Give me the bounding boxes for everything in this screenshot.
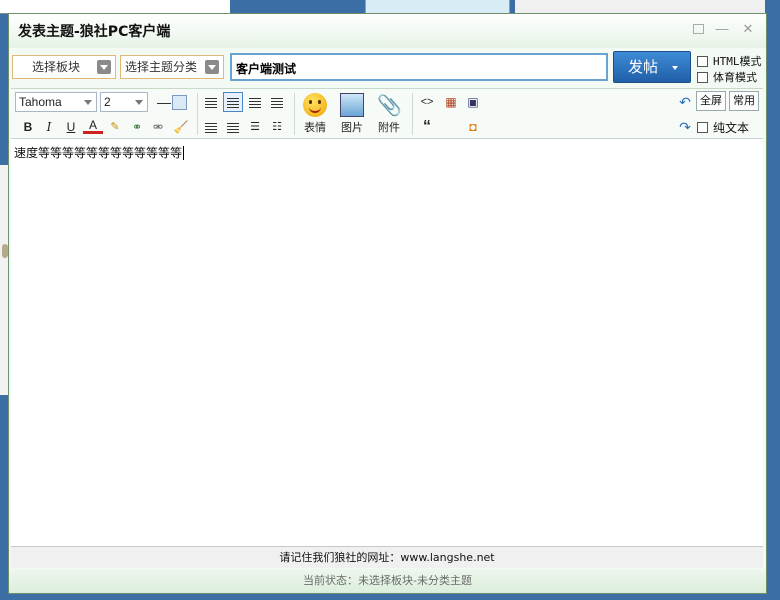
board-select[interactable]: 选择板块 (12, 55, 116, 79)
category-select[interactable]: 选择主题分类 (120, 55, 224, 79)
board-select-label: 选择板块 (32, 60, 81, 74)
html-mode-checkbox[interactable]: HTML模式 (697, 53, 762, 69)
plain-text-label: 纯文本 (713, 121, 750, 135)
justify-icon[interactable] (223, 117, 243, 137)
align-left-icon[interactable] (223, 92, 243, 112)
status-bar: 当前状态：未选择板块-未分类主题 (9, 569, 766, 593)
minimize-icon[interactable]: — (714, 22, 730, 36)
unlink-icon[interactable]: ⚮ (148, 117, 168, 137)
checkbox-icon (697, 55, 708, 67)
chevron-down-icon (205, 60, 219, 74)
window-title: 发表主题-狼社PC客户端 (18, 24, 171, 40)
highlight-icon[interactable]: ✎ (105, 117, 125, 137)
post-button-label: 发帖 (628, 58, 659, 76)
font-family-value: Tahoma (19, 95, 62, 109)
emoticon-button[interactable]: 表情 (297, 93, 333, 135)
restore-icon[interactable] (693, 24, 704, 34)
ordered-list-icon[interactable]: ☰ (245, 117, 265, 137)
chevron-down-icon (97, 60, 111, 74)
topic-title-input[interactable]: 客户端测试 (230, 53, 608, 81)
caret-down-icon (672, 66, 678, 70)
font-size-select[interactable]: 2 (100, 92, 148, 112)
flash-icon[interactable]: ▣ (463, 92, 483, 112)
chevron-down-icon (135, 100, 143, 105)
undo-icon[interactable]: ↶ (675, 92, 695, 112)
table-icon[interactable] (172, 95, 187, 110)
bold-icon[interactable]: B (18, 117, 38, 137)
topic-row: 选择板块 选择主题分类 客户端测试 发帖 HTML模式 体育模式 (11, 50, 763, 86)
image-icon (340, 93, 364, 117)
align-center-icon[interactable] (245, 92, 265, 112)
italic-icon[interactable]: I (39, 117, 59, 137)
media-icon[interactable]: ▦ (441, 92, 461, 112)
image-button[interactable]: 图片 (334, 93, 370, 135)
font-family-select[interactable]: Tahoma (15, 92, 97, 112)
window-controls: — ✕ (693, 22, 756, 36)
outdent-icon[interactable] (201, 117, 221, 137)
unordered-list-icon[interactable]: ☷ (267, 117, 287, 137)
checkbox-icon (697, 71, 708, 83)
sports-mode-label: 体育模式 (713, 71, 757, 84)
emoticon-label: 表情 (304, 121, 326, 134)
close-icon[interactable]: ✕ (740, 22, 756, 36)
category-select-label: 选择主题分类 (125, 60, 198, 74)
editor-toolbar: Tahoma 2 B I U A ✎ ⚭ ⚮ 🧹 — ☰ ☷ 表情 图片 📎 附… (11, 88, 763, 138)
hide-content-icon[interactable]: ◘ (463, 117, 483, 137)
font-size-value: 2 (104, 95, 111, 109)
toolbar-separator (412, 93, 413, 135)
image-label: 图片 (341, 121, 363, 134)
font-color-icon[interactable]: A (83, 117, 103, 134)
checkbox-icon (697, 122, 708, 133)
quote-icon[interactable]: “ (417, 117, 437, 137)
smiley-icon (303, 93, 327, 117)
post-topic-window: 发表主题-狼社PC客户端 — ✕ 选择板块 选择主题分类 客户端测试 发帖 HT… (8, 13, 767, 594)
chevron-down-icon (84, 100, 92, 105)
horizontal-rule-icon[interactable]: — (154, 92, 174, 112)
redo-icon[interactable]: ↷ (675, 117, 695, 137)
background-window (515, 0, 765, 14)
underline-icon[interactable]: U (61, 117, 81, 137)
plain-text-checkbox[interactable]: 纯文本 (697, 119, 749, 136)
toolbar-separator (197, 93, 198, 135)
link-icon[interactable]: ⚭ (127, 117, 147, 137)
attachment-label: 附件 (378, 121, 400, 134)
attachment-button[interactable]: 📎 附件 (371, 93, 407, 135)
background-window (0, 0, 230, 14)
post-button[interactable]: 发帖 (613, 51, 691, 83)
text-cursor (183, 146, 185, 160)
background-window (365, 0, 510, 14)
common-button[interactable]: 常用 (729, 91, 759, 111)
fullscreen-button[interactable]: 全屏 (696, 91, 726, 111)
indent-icon[interactable] (201, 92, 221, 112)
html-mode-label: HTML模式 (713, 55, 762, 68)
code-icon[interactable]: <> (417, 92, 437, 112)
toolbar-separator (294, 93, 295, 135)
editor-content: 速度等等等等等等等等等等等等 (14, 146, 183, 160)
align-right-icon[interactable] (267, 92, 287, 112)
title-bar: 发表主题-狼社PC客户端 — ✕ (9, 14, 766, 48)
clear-format-icon[interactable]: 🧹 (171, 117, 191, 137)
footer-tip: 请记住我们狼社的网址：www.langshe.net (11, 546, 763, 568)
editor-area[interactable]: 速度等等等等等等等等等等等等 (11, 138, 763, 546)
sports-mode-checkbox[interactable]: 体育模式 (697, 69, 757, 85)
paperclip-icon: 📎 (377, 93, 402, 117)
